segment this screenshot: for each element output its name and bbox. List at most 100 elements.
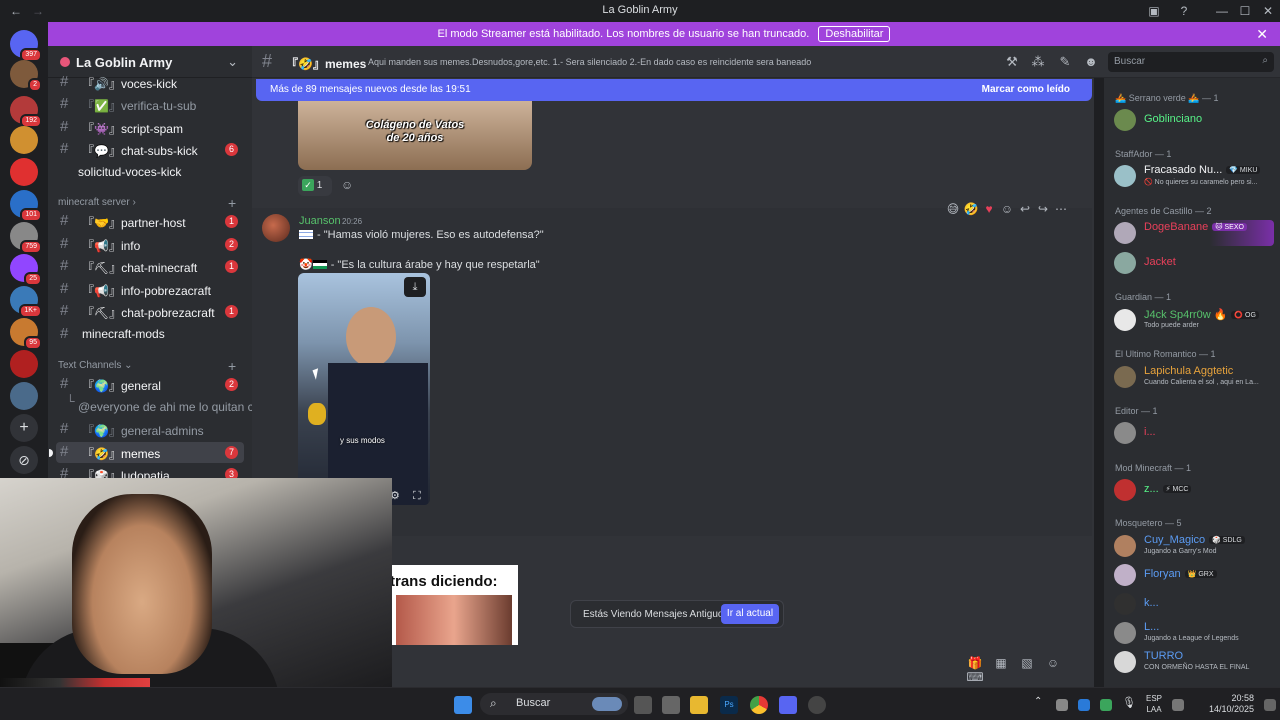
message-author[interactable]: Juanson bbox=[299, 215, 341, 227]
search-input[interactable]: Buscar ⌕ bbox=[1108, 52, 1274, 72]
channel-item[interactable]: # 『🌍』general-admins bbox=[56, 419, 244, 440]
taskbar-search[interactable]: ⌕ Buscar bbox=[480, 693, 628, 715]
thread-item[interactable]: └ @everyone de ahi me lo quitan ch... bbox=[56, 394, 270, 418]
server-icon[interactable]: 1K+ bbox=[10, 286, 42, 318]
server-icon[interactable]: 759 bbox=[10, 222, 42, 254]
member-item[interactable]: Jacket bbox=[1114, 250, 1274, 276]
photoshop-icon[interactable]: Ps bbox=[720, 696, 738, 714]
tray-icon[interactable] bbox=[1078, 699, 1090, 711]
file-explorer-icon[interactable] bbox=[690, 696, 708, 714]
banner-close-icon[interactable]: ✕ bbox=[1256, 22, 1268, 46]
channel-item[interactable]: # 『🎲』ludopatia 3 bbox=[56, 464, 244, 478]
member-item[interactable]: TURRO CON ORMEÑO HASTA EL FINAL bbox=[1114, 649, 1274, 675]
emoji-rofl-icon[interactable]: 🤣 bbox=[962, 202, 980, 216]
app-icon[interactable] bbox=[662, 696, 680, 714]
help-icon[interactable]: ? bbox=[1176, 3, 1192, 19]
server-icon[interactable]: 95 bbox=[10, 318, 42, 350]
clock[interactable]: 20:58 14/10/2025 bbox=[1198, 693, 1254, 715]
app-icon[interactable] bbox=[808, 696, 826, 714]
server-icon[interactable] bbox=[10, 158, 38, 186]
member-item[interactable]: Floryan 👑 GRX bbox=[1114, 562, 1274, 588]
minimize-icon[interactable]: — bbox=[1214, 3, 1230, 19]
add-reaction-icon[interactable]: ☺ bbox=[998, 202, 1016, 216]
reaction-check[interactable]: ✓ 1 bbox=[298, 176, 332, 196]
add-channel-icon[interactable]: + bbox=[228, 358, 236, 374]
member-item[interactable]: J4ck Sp4rr0w 🔥 ⭕ OG Todo puede arder bbox=[1114, 307, 1274, 333]
home-icon[interactable]: 397 bbox=[10, 30, 42, 62]
pin-icon[interactable]: ✎ bbox=[1057, 54, 1073, 70]
disable-streamer-button[interactable]: Deshabilitar bbox=[818, 26, 891, 42]
member-list-icon[interactable]: ☻ bbox=[1083, 54, 1099, 70]
new-messages-bar[interactable]: Más de 89 mensajes nuevos desde las 19:5… bbox=[256, 79, 1092, 101]
gif-icon[interactable]: ▦ bbox=[988, 656, 1014, 670]
apps-icon[interactable]: ⌨ bbox=[962, 670, 988, 684]
member-item[interactable]: i... bbox=[1114, 420, 1274, 446]
server-icon[interactable] bbox=[10, 126, 38, 154]
member-item[interactable]: z... ⚡ MCC bbox=[1114, 477, 1274, 503]
meme-image[interactable]: trans diciendo: bbox=[390, 565, 518, 645]
channel-item[interactable]: # 『🌍』general 2 bbox=[56, 374, 244, 395]
member-item[interactable]: k... bbox=[1114, 591, 1274, 617]
tray-chevron-icon[interactable]: ⌃ bbox=[1034, 696, 1046, 714]
add-reaction-icon[interactable]: ☺ bbox=[341, 178, 353, 192]
add-channel-icon[interactable]: + bbox=[228, 195, 236, 211]
server-icon[interactable]: 2 bbox=[10, 60, 42, 92]
download-icon[interactable]: ⤓ bbox=[404, 277, 426, 297]
maximize-icon[interactable]: ☐ bbox=[1237, 3, 1253, 19]
chrome-icon[interactable] bbox=[750, 696, 768, 714]
channel-item[interactable]: # 『👾』script-spam bbox=[56, 117, 244, 138]
forward-icon[interactable]: ↪ bbox=[1034, 202, 1052, 216]
server-icon[interactable] bbox=[10, 382, 38, 410]
channel-item[interactable]: # 『⛏』chat-pobrezacraft 1 bbox=[56, 301, 244, 322]
more-icon[interactable]: ⋯ bbox=[1052, 202, 1070, 216]
channel-item[interactable]: # 『🔊』voces-kick bbox=[56, 72, 244, 93]
tray-icon[interactable] bbox=[1100, 699, 1112, 711]
twitch-server-icon[interactable]: 25 bbox=[10, 254, 42, 286]
gift-icon[interactable]: 🎁 bbox=[962, 656, 988, 670]
channel-item-memes[interactable]: # 『🤣』memes 7 bbox=[49, 442, 244, 463]
network-icon[interactable] bbox=[1172, 699, 1184, 711]
server-icon[interactable] bbox=[10, 350, 38, 378]
emoji-sweat-icon[interactable]: 😅 bbox=[944, 202, 962, 216]
category-text-channels[interactable]: Text Channels ⌄ + bbox=[58, 358, 236, 374]
channel-item[interactable]: # 『⛏』chat-minecraft 1 bbox=[56, 256, 244, 277]
channel-item[interactable]: solicitud-voces-kick bbox=[56, 162, 244, 183]
server-icon[interactable]: 101 bbox=[10, 190, 42, 222]
fullscreen-icon[interactable]: ⛶ bbox=[413, 490, 421, 502]
member-item[interactable]: Fracasado Nu... 💎 MIKU 🚫 No quieres su car… bbox=[1114, 163, 1274, 189]
avatar[interactable] bbox=[262, 214, 290, 242]
close-icon[interactable]: ✕ bbox=[1260, 3, 1276, 19]
member-item[interactable]: L... Jugando a League of Legends bbox=[1114, 620, 1274, 646]
language-indicator[interactable]: ESP LAA bbox=[1142, 693, 1166, 715]
member-item[interactable]: Goblinciano bbox=[1114, 107, 1274, 133]
discover-icon[interactable]: ⊘ bbox=[10, 446, 38, 474]
microphone-icon[interactable]: 🎙 bbox=[1122, 696, 1136, 714]
channel-item[interactable]: # 『💬』chat-subs-kick 6 bbox=[56, 139, 244, 160]
category-minecraft[interactable]: minecraft server › + bbox=[58, 195, 236, 211]
threads-icon[interactable]: ⚒ bbox=[1004, 54, 1020, 70]
reply-icon[interactable]: ↩ bbox=[1016, 202, 1034, 216]
emoji-heart-icon[interactable]: ♥ bbox=[980, 202, 998, 216]
member-item[interactable]: Lapichula Aggtetic Cuando Calienta el sol… bbox=[1114, 364, 1274, 390]
sticker-icon[interactable]: ▧ bbox=[1014, 656, 1040, 670]
member-item[interactable]: DogeBanane 🐱 SEXO bbox=[1114, 220, 1274, 246]
channel-item[interactable]: # 『📢』info-pobrezacraft bbox=[56, 279, 244, 300]
channel-item[interactable]: # 『📢』info 2 bbox=[56, 234, 244, 255]
mark-as-read-button[interactable]: Marcar como leído bbox=[982, 84, 1070, 95]
member-item[interactable]: Cuy_Magico 🎲 SDLG Jugando a Garry's Mod bbox=[1114, 533, 1274, 559]
discord-icon[interactable] bbox=[779, 696, 797, 714]
add-server-icon[interactable]: + bbox=[10, 414, 38, 442]
video-attachment[interactable]: y sus modos ⤓ bbox=[298, 273, 430, 505]
channel-item[interactable]: # 『🤝』partner-host 1 bbox=[56, 211, 244, 232]
jump-to-present-button[interactable]: Ir al actual bbox=[721, 604, 779, 624]
chevron-down-icon[interactable]: ⌄ bbox=[227, 54, 238, 70]
channel-topic[interactable]: Aqui manden sus memes.Desnudos,gore,etc.… bbox=[368, 57, 811, 67]
tray-icon[interactable] bbox=[1056, 699, 1068, 711]
emoji-icon[interactable]: ☺ bbox=[1040, 656, 1066, 670]
windows-start-icon[interactable] bbox=[454, 696, 472, 714]
server-icon[interactable]: 192 bbox=[10, 96, 42, 128]
inbox-icon[interactable]: ▣ bbox=[1146, 3, 1162, 19]
notification-mute-icon[interactable]: ⁂ bbox=[1030, 54, 1046, 70]
task-view-icon[interactable] bbox=[634, 696, 652, 714]
meme-image[interactable]: Colágeno de Vatos de 20 años bbox=[298, 101, 532, 170]
